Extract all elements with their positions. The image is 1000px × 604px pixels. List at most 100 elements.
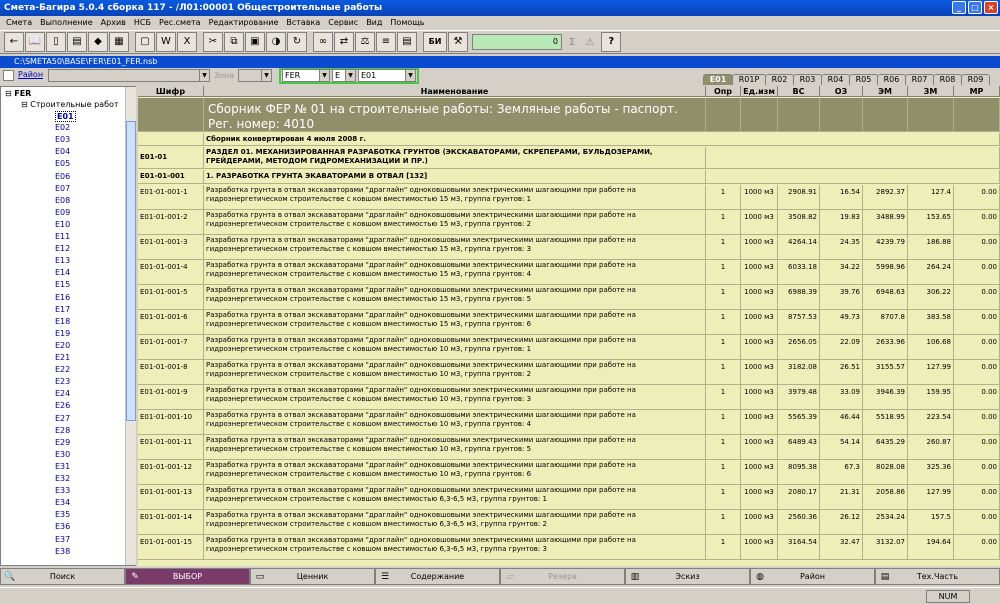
menu-service[interactable]: Сервис	[324, 16, 362, 29]
open-book-icon[interactable]: 📖	[25, 32, 45, 52]
tab-r09[interactable]: R09	[961, 74, 990, 85]
contents-button[interactable]: ☰ Содержание	[375, 568, 500, 585]
col-zm[interactable]: ЗМ	[908, 86, 954, 97]
tree-item[interactable]: E24	[55, 389, 70, 398]
calculator-icon[interactable]: ▦	[109, 32, 129, 52]
tech-part-button[interactable]: ▤ Тех.Часть	[875, 568, 1000, 585]
menu-arhiv[interactable]: Архив	[97, 16, 130, 29]
tree-item[interactable]: E01	[55, 111, 76, 122]
raion-select[interactable]: ▼	[48, 69, 210, 82]
menu-insert[interactable]: Вставка	[282, 16, 324, 29]
help-icon[interactable]: ?	[601, 32, 622, 52]
table-row[interactable]: E01-01-001-4 Разработка грунта в отвал эк…	[138, 260, 1000, 285]
tree-item[interactable]: E19	[55, 329, 70, 338]
table-row[interactable]: E01-01-001-6 Разработка грунта в отвал эк…	[138, 310, 1000, 335]
tab-r02[interactable]: R02	[765, 74, 794, 85]
back-arrow-icon[interactable]: ←	[4, 32, 24, 52]
refresh-icon[interactable]: ↻	[287, 32, 307, 52]
tree-item[interactable]: E08	[55, 196, 70, 205]
minimize-button[interactable]: _	[952, 1, 966, 14]
col-vs[interactable]: ВС	[778, 86, 820, 97]
table-row[interactable]: E01-01-001-2 Разработка грунта в отвал эк…	[138, 210, 1000, 235]
tree-item[interactable]: E14	[55, 268, 70, 277]
tab-r04[interactable]: R04	[821, 74, 850, 85]
table-row[interactable]: E01-01-001-9 Разработка грунта в отвал эк…	[138, 385, 1000, 410]
tools-icon[interactable]: ⚒	[448, 32, 468, 52]
raion-checkbox[interactable]	[3, 70, 14, 81]
menu-edit[interactable]: Редактирование	[205, 16, 283, 29]
base-select[interactable]: FER ▼	[282, 69, 330, 82]
warning-icon[interactable]: ⚠	[585, 37, 594, 48]
tree-item[interactable]: E20	[55, 341, 70, 350]
catalog-icon[interactable]: ▤	[67, 32, 87, 52]
subsection-row[interactable]: E01-01-001 1. РАЗРАБОТКА ГРУНТА ЭКАВАТОР…	[138, 170, 1000, 184]
price-list-button[interactable]: ▭ Ценник	[250, 568, 375, 585]
reserve-button[interactable]: ▱ Резерв	[500, 568, 625, 585]
replace-icon[interactable]: ⇄	[334, 32, 354, 52]
sigma-icon[interactable]: Σ	[569, 37, 575, 48]
converted-row[interactable]: Сборник конвертирован 4 июля 2008 г.	[138, 133, 1000, 146]
menu-smeta[interactable]: Смета	[2, 16, 36, 29]
bi-button[interactable]: БИ	[423, 32, 447, 52]
col-opr[interactable]: Опр	[706, 86, 741, 97]
table-row[interactable]: E01-01-001-12 Разработка грунта в отвал э…	[138, 460, 1000, 485]
tree-item[interactable]: E06	[55, 172, 70, 181]
tree-item[interactable]: E36	[55, 522, 70, 531]
cut-icon[interactable]: ✂	[203, 32, 223, 52]
align-icon[interactable]: ≡	[376, 32, 396, 52]
letter-select[interactable]: E ▼	[332, 69, 356, 82]
new-document-icon[interactable]: ▢	[135, 32, 155, 52]
binoculars-icon[interactable]: ∞	[313, 32, 333, 52]
table-row[interactable]: E01-01-001-14 Разработка грунта в отвал э…	[138, 510, 1000, 535]
zona-select[interactable]: ▼	[238, 69, 272, 82]
col-code[interactable]: Шифр	[138, 86, 204, 97]
tab-r06[interactable]: R06	[877, 74, 906, 85]
col-oz[interactable]: ОЗ	[820, 86, 863, 97]
tree-item[interactable]: E21	[55, 353, 70, 362]
tree-item[interactable]: E28	[55, 426, 70, 435]
table-row[interactable]: E01-01-001-13 Разработка грунта в отвал э…	[138, 485, 1000, 510]
menu-view[interactable]: Вид	[362, 16, 386, 29]
raion-link[interactable]: Район	[18, 70, 43, 79]
tree-item[interactable]: E12	[55, 244, 70, 253]
tree-scrollbar[interactable]	[125, 87, 136, 565]
tree-item[interactable]: E02	[55, 123, 70, 132]
col-name[interactable]: Наименование	[204, 86, 706, 97]
menu-vypolnenie[interactable]: Выполнение	[36, 16, 97, 29]
word-icon[interactable]: W	[156, 32, 176, 52]
navigate-icon[interactable]: ◑	[266, 32, 286, 52]
table-row[interactable]: E01-01-001-10 Разработка грунта в отвал э…	[138, 410, 1000, 435]
table-row[interactable]: E01-01-001-7 Разработка грунта в отвал эк…	[138, 335, 1000, 360]
eraser-icon[interactable]: ◆	[88, 32, 108, 52]
tree-group[interactable]: ⊟ Строительные работ	[21, 100, 119, 109]
tree-item[interactable]: E05	[55, 159, 70, 168]
menu-help[interactable]: Помощь	[386, 16, 428, 29]
tree-item[interactable]: E03	[55, 135, 70, 144]
table-row[interactable]: E01-01-001-8 Разработка грунта в отвал эк…	[138, 360, 1000, 385]
region-button[interactable]: ◍ Район	[750, 568, 875, 585]
excel-icon[interactable]: X	[177, 32, 197, 52]
close-button[interactable]: ×	[984, 1, 998, 14]
tree-item[interactable]: E26	[55, 401, 70, 410]
tree-item[interactable]: E22	[55, 365, 70, 374]
search-button[interactable]: 🔍 Поиск	[0, 568, 125, 585]
collection-header-row[interactable]: Сборник ФЕР № 01 на строительные работы:…	[138, 98, 1000, 132]
tab-r05[interactable]: R05	[849, 74, 878, 85]
tree-item[interactable]: E16	[55, 293, 70, 302]
table-row[interactable]: E01-01-001-11 Разработка грунта в отвал э…	[138, 435, 1000, 460]
tab-e01[interactable]: E01	[703, 74, 733, 85]
table-row[interactable]: E01-01-001-3 Разработка грунта в отвал эк…	[138, 235, 1000, 260]
calc-icon[interactable]: ▤	[397, 32, 417, 52]
tree-item[interactable]: E29	[55, 438, 70, 447]
collection-select[interactable]: E01 ▼	[358, 69, 416, 82]
tree-item[interactable]: E23	[55, 377, 70, 386]
select-button[interactable]: ✎ ВЫБОР	[125, 568, 250, 585]
table-row[interactable]: E01-01-001-15 Разработка грунта в отвал э…	[138, 535, 1000, 560]
copy-icon[interactable]: ⧉	[224, 32, 244, 52]
paste-icon[interactable]: ▣	[245, 32, 265, 52]
tree-item[interactable]: E18	[55, 317, 70, 326]
tree-item[interactable]: E17	[55, 305, 70, 314]
table-row[interactable]: E01-01-001-5 Разработка грунта в отвал эк…	[138, 285, 1000, 310]
tree-item[interactable]: E07	[55, 184, 70, 193]
tab-r03[interactable]: R03	[793, 74, 822, 85]
